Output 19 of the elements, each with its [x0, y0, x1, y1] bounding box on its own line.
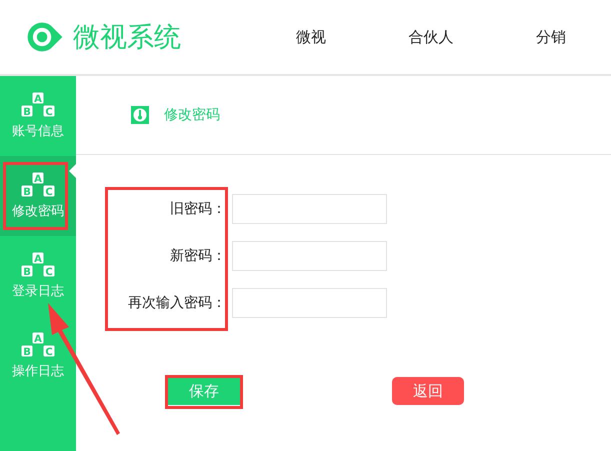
app-title: 微视系统	[73, 21, 181, 55]
field-label: 新密码：	[169, 247, 226, 265]
password-field[interactable]	[232, 241, 387, 271]
back-button[interactable]: 返回	[392, 377, 464, 405]
sidebar-item[interactable]: A B C 登录日志	[0, 236, 76, 316]
sidebar-item[interactable]: A B C 操作日志	[0, 316, 76, 396]
nav-link[interactable]: 微视	[251, 28, 371, 46]
password-field[interactable]	[232, 194, 387, 224]
nav-link[interactable]: 分销	[491, 28, 611, 46]
breadcrumb-label: 修改密码	[164, 106, 220, 124]
highlight-frame	[3, 162, 68, 230]
password-field[interactable]	[232, 288, 387, 318]
field-label: 旧密码：	[169, 200, 226, 218]
nav-link[interactable]: 合伙人	[371, 28, 491, 46]
sidebar-item[interactable]: A B C 账号信息	[0, 76, 76, 156]
pointer-icon	[69, 164, 76, 178]
save-button[interactable]: 保存	[168, 377, 240, 405]
field-label: 再次输入密码：	[127, 294, 226, 312]
thermometer-icon	[131, 106, 149, 124]
